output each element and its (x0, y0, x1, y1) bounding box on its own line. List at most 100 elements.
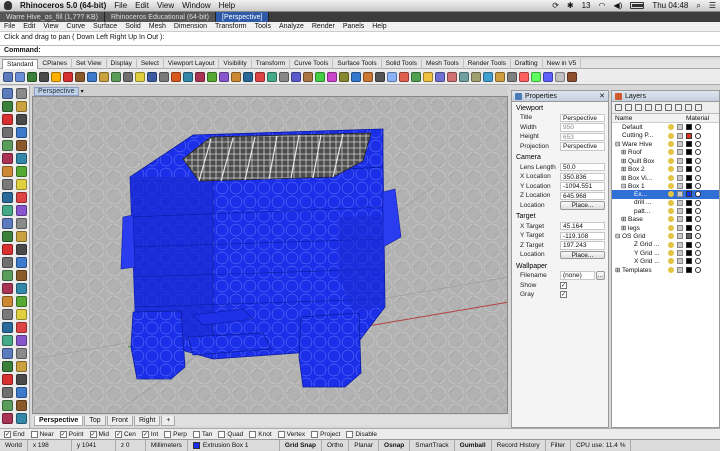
osnap-perp[interactable]: Perp (164, 430, 187, 438)
palette-tool-icon[interactable] (2, 257, 13, 268)
toolbar-tool-icon[interactable] (411, 71, 421, 82)
tab-surface-tools[interactable]: Surface Tools (333, 58, 382, 69)
palette-tool-icon[interactable] (2, 192, 13, 203)
palette-tool-icon[interactable] (16, 335, 27, 346)
command-line[interactable]: Command: (0, 46, 720, 57)
battery-icon[interactable] (630, 2, 645, 9)
toolbar-tool-icon[interactable] (567, 71, 577, 82)
toolbar-tool-icon[interactable] (327, 71, 337, 82)
toolbar-tool-icon[interactable] (339, 71, 349, 82)
properties.camera_rows-value[interactable]: -1094.551 (560, 182, 605, 191)
palette-tool-icon[interactable] (16, 127, 27, 138)
properties.camera_rows-value[interactable]: 350.836 (560, 172, 605, 181)
tab-display[interactable]: Display (107, 58, 137, 69)
layer-row[interactable]: ⊟ OS Grid (612, 232, 719, 240)
new-sublayer-icon[interactable] (625, 104, 632, 111)
layer-row[interactable]: ⊞ Roof (612, 148, 719, 156)
layer-visibility-icon[interactable] (668, 224, 674, 231)
help-icon[interactable] (695, 104, 702, 111)
layer-expand-icon[interactable]: ⊟ (621, 182, 628, 190)
layer-color-swatch[interactable] (686, 241, 692, 248)
menu-help[interactable]: Help (372, 23, 386, 30)
mac-menu-file[interactable]: File (114, 1, 127, 10)
palette-tool-icon[interactable] (16, 114, 27, 125)
layer-lock-icon[interactable] (677, 132, 683, 139)
layer-lock-icon[interactable] (677, 199, 683, 206)
layer-row[interactable]: ⊞ Base (612, 215, 719, 223)
wifi-icon[interactable]: ◠ (599, 1, 606, 10)
new-layer-icon[interactable] (615, 104, 622, 111)
properties.viewport_rows-value[interactable]: 653 (560, 132, 605, 142)
status-toggle-ortho[interactable]: Ortho (322, 439, 350, 451)
osnap-checkbox[interactable] (249, 430, 257, 438)
layer-visibility-icon[interactable] (668, 191, 674, 198)
layer-visibility-icon[interactable] (668, 174, 674, 181)
palette-tool-icon[interactable] (16, 257, 27, 268)
viewport-tab-perspective[interactable]: Perspective (34, 415, 84, 426)
layer-color-swatch[interactable] (686, 250, 692, 257)
layer-row[interactable]: X Grid ... (612, 257, 719, 265)
osnap-near[interactable]: Near (30, 430, 54, 438)
layer-expand-icon[interactable]: ⊟ (615, 232, 622, 240)
palette-tool-icon[interactable] (16, 322, 27, 333)
bluetooth-icon[interactable]: ✱ (567, 1, 574, 10)
mac-menu-edit[interactable]: Edit (135, 1, 149, 10)
mac-menu-window[interactable]: Window (182, 1, 210, 10)
palette-tool-icon[interactable] (16, 270, 27, 281)
layer-lock-icon[interactable] (677, 174, 683, 181)
toolbar-tool-icon[interactable] (87, 71, 97, 82)
tab-new-in-v5[interactable]: New in V5 (543, 58, 582, 69)
layer-visibility-icon[interactable] (668, 124, 674, 131)
layer-color-swatch[interactable] (686, 182, 692, 189)
menu-transform[interactable]: Transform (215, 23, 247, 30)
layer-visibility-icon[interactable] (668, 233, 674, 240)
mac-menu-help[interactable]: Help (219, 1, 235, 10)
mac-menu-view[interactable]: View (157, 1, 174, 10)
layer-expand-icon[interactable]: ⊟ (615, 140, 622, 148)
toolbar-tool-icon[interactable] (531, 71, 541, 82)
toolbar-tool-icon[interactable] (447, 71, 457, 82)
layer-lock-icon[interactable] (677, 191, 683, 198)
properties.viewport_rows-value[interactable]: 950 (560, 123, 605, 132)
osnap-end[interactable]: ✓ End (4, 430, 25, 438)
move-up-icon[interactable] (645, 104, 652, 111)
palette-tool-icon[interactable] (16, 361, 27, 372)
viewport-tab-front[interactable]: Front (106, 415, 133, 426)
toolbar-tool-icon[interactable] (423, 71, 433, 82)
palette-tool-icon[interactable] (2, 322, 13, 333)
toolbar-tool-icon[interactable] (159, 71, 169, 82)
palette-tool-icon[interactable] (16, 166, 27, 177)
viewport-tab-add[interactable]: + (161, 415, 176, 426)
layer-row[interactable]: ⊞ Box 2 (612, 165, 719, 173)
layer-color-swatch[interactable] (686, 132, 692, 139)
layer-material-swatch[interactable] (695, 241, 701, 248)
status-toggle-planar[interactable]: Planar (349, 439, 380, 451)
panel-close-icon[interactable]: ✕ (599, 92, 605, 100)
tab-solid-tools[interactable]: Solid Tools (382, 58, 422, 69)
toolbar-tool-icon[interactable] (3, 71, 13, 82)
palette-tool-icon[interactable] (16, 374, 27, 385)
palette-tool-icon[interactable] (2, 270, 13, 281)
layer-material-swatch[interactable] (695, 266, 701, 273)
gray-checkbox[interactable]: ✓ (560, 291, 567, 299)
layer-color-swatch[interactable] (686, 124, 692, 131)
toolbar-tool-icon[interactable] (171, 71, 181, 82)
properties.viewport_rows-value[interactable]: Perspective (560, 142, 605, 151)
osnap-tan[interactable]: Tan (192, 430, 212, 438)
palette-tool-icon[interactable] (16, 283, 27, 294)
menu-dimension[interactable]: Dimension (174, 23, 207, 30)
layer-row[interactable]: ⊟ Ware Hive (612, 140, 719, 148)
tab-visibility[interactable]: Visibility (219, 58, 252, 69)
layer-lock-icon[interactable] (677, 166, 683, 173)
toolbar-tool-icon[interactable] (483, 71, 493, 82)
palette-tool-icon[interactable] (16, 218, 27, 229)
layer-lock-icon[interactable] (677, 216, 683, 223)
layer-color-swatch[interactable] (686, 233, 692, 240)
layer-material-swatch[interactable] (695, 191, 701, 198)
menu-panels[interactable]: Panels (343, 23, 364, 30)
properties.camera_rows-value[interactable]: 50.0 (560, 162, 605, 172)
layer-visibility-icon[interactable] (668, 182, 674, 189)
filename-field[interactable]: (none) (560, 271, 595, 280)
osnap-checkbox[interactable]: ✓ (114, 430, 122, 438)
tools-icon[interactable] (685, 104, 692, 111)
